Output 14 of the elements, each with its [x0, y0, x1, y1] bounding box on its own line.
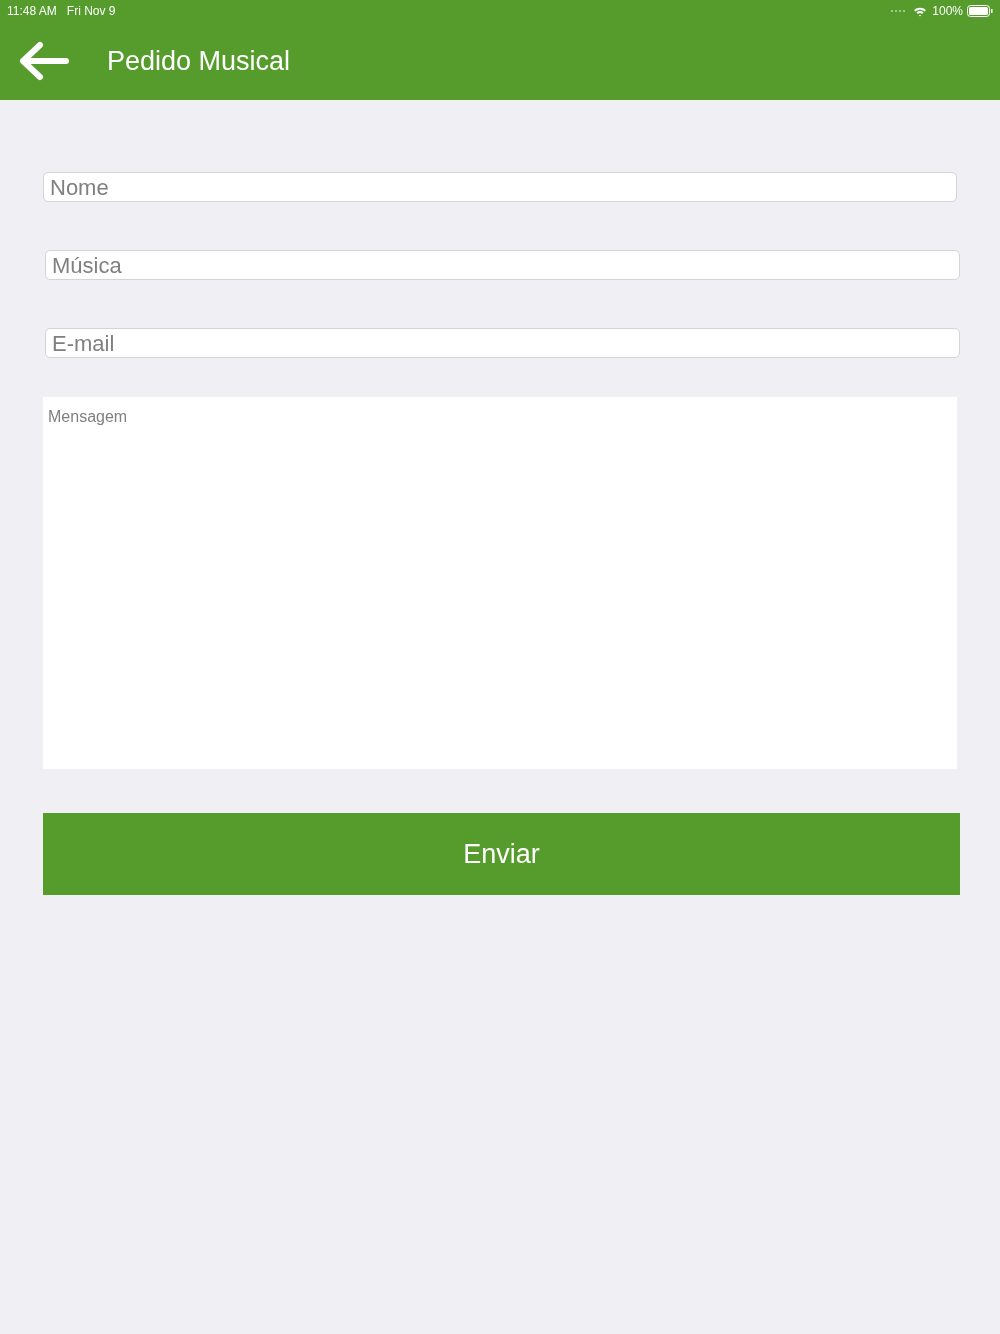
- battery-percent: 100%: [932, 3, 963, 20]
- page-title: Pedido Musical: [107, 44, 291, 78]
- text-field[interactable]: E-mail: [45, 328, 960, 358]
- signal-icon: [891, 9, 908, 13]
- text-field[interactable]: Música: [45, 250, 960, 280]
- status-date: Fri Nov 9: [66, 3, 116, 20]
- back-arrow-icon: [18, 41, 70, 81]
- message-field[interactable]: Mensagem: [43, 397, 957, 769]
- battery-icon: [967, 5, 993, 17]
- status-time: 11:48 AM: [7, 3, 57, 20]
- wifi-icon: [913, 5, 928, 17]
- back-button[interactable]: [18, 41, 70, 81]
- send-button[interactable]: Enviar: [43, 813, 960, 895]
- text-field[interactable]: Nome: [43, 172, 957, 202]
